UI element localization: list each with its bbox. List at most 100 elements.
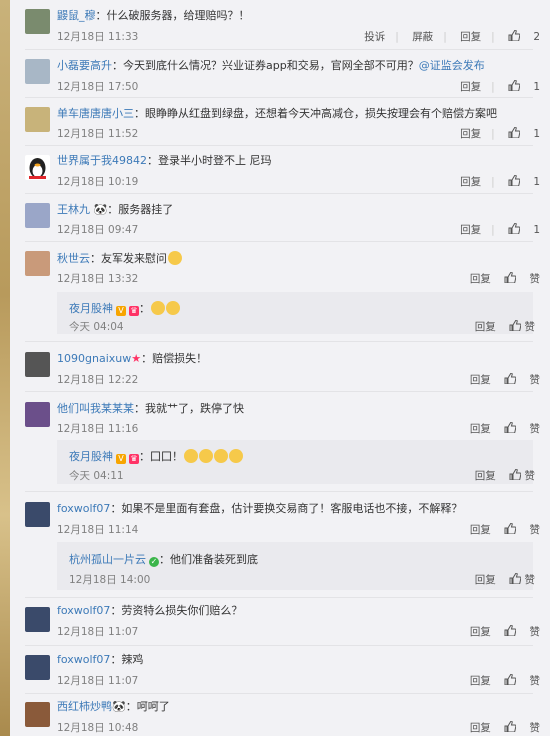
member-icon: ♛	[129, 306, 139, 316]
report-button[interactable]: 投诉	[364, 29, 385, 44]
username-link[interactable]: 秋世云	[57, 252, 90, 265]
avatar[interactable]	[25, 251, 50, 276]
reply-button[interactable]: 回复	[470, 624, 491, 639]
comment-line: foxwolf07：劳资特么损失你们赔么？	[57, 604, 242, 618]
comment-text: ：我就艹了，跌停了快	[134, 402, 244, 415]
thumbs-up-icon	[504, 625, 517, 636]
block-button[interactable]: 屏蔽	[412, 29, 433, 44]
like-button[interactable]: 赞	[509, 573, 535, 586]
comment-text: ：辣鸡	[110, 653, 144, 666]
penguin-icon	[29, 158, 46, 179]
avatar[interactable]	[25, 655, 50, 680]
comment-item: foxwolf07：如果不是里面有套盘，估计要换交易商了！客服电话也不接，不解释…	[10, 492, 550, 598]
username-link[interactable]: 世界属于我49842	[57, 154, 147, 167]
username-link[interactable]: 1090gnaixuw	[57, 352, 131, 365]
username-link[interactable]: foxwolf07	[57, 653, 110, 666]
reply-button[interactable]: 回复	[470, 673, 491, 688]
username-link[interactable]: 夜月股神	[69, 302, 113, 315]
comment-actions: 回复 | 1	[450, 79, 540, 94]
reply-button[interactable]: 回复	[460, 222, 481, 237]
username-link[interactable]: 王林九	[57, 203, 90, 216]
sub-reply: 夜月股神 V ♛： 今天 04:04 回复 赞	[57, 292, 535, 334]
like-button[interactable]: 赞	[504, 271, 540, 286]
like-button[interactable]: 赞	[504, 720, 540, 735]
verified-icon: V	[116, 306, 126, 316]
mention-link[interactable]: @证监会发布	[419, 59, 485, 72]
like-button[interactable]: 赞	[504, 673, 540, 688]
comment-time: 12月18日 11:07	[57, 675, 139, 687]
avatar[interactable]	[25, 607, 50, 632]
comment-item: foxwolf07：劳资特么损失你们赔么？ 12月18日 11:07 回复 赞	[10, 598, 550, 646]
comment-line: 世界属于我49842：登录半小时登不上 尼玛	[57, 154, 272, 168]
avatar[interactable]	[25, 107, 50, 132]
reply-button[interactable]: 回复	[470, 522, 491, 537]
like-button[interactable]: 赞	[509, 469, 535, 482]
laugh-emoji-icon	[168, 251, 182, 265]
thumbs-up-icon	[508, 175, 520, 186]
comment-actions: 回复 | 1	[450, 126, 540, 141]
thumbs-up-icon	[504, 373, 517, 384]
avatar[interactable]	[25, 203, 50, 228]
comment-actions: 回复 赞	[460, 720, 540, 735]
reply-text: ：	[139, 302, 150, 315]
reply-button[interactable]: 回复	[470, 271, 491, 286]
comment-item: 世界属于我49842：登录半小时登不上 尼玛 12月18日 10:19 回复 | …	[10, 146, 550, 194]
divider-bar: |	[395, 31, 399, 43]
username-link[interactable]: foxwolf07	[57, 502, 110, 515]
like-button[interactable]: 赞	[504, 522, 540, 537]
thumbs-up-icon	[504, 272, 517, 283]
username-link[interactable]: 西红柿炒鸭	[57, 700, 112, 713]
like-button[interactable]: 赞	[509, 320, 535, 333]
reply-button[interactable]: 回复	[475, 470, 496, 482]
reply-button[interactable]: 回复	[460, 126, 481, 141]
divider-bar: |	[491, 176, 495, 188]
like-button[interactable]: 1	[508, 223, 540, 236]
divider-bar: |	[491, 31, 495, 43]
username-link[interactable]: 杭州孤山一片云	[69, 553, 146, 566]
like-label: 赞	[529, 675, 541, 687]
like-button[interactable]: 1	[508, 175, 540, 188]
reply-button[interactable]: 回复	[475, 321, 496, 333]
username-link[interactable]: 他们叫我某某某	[57, 402, 134, 415]
avatar[interactable]	[25, 502, 50, 527]
comment-time: 12月18日 11:07	[57, 626, 139, 638]
reply-button[interactable]: 回复	[460, 79, 481, 94]
laugh-emoji-icon	[199, 449, 213, 463]
thumbs-up-icon	[508, 127, 520, 138]
avatar[interactable]	[25, 702, 50, 727]
like-button[interactable]: 2	[508, 30, 540, 43]
avatar[interactable]	[25, 59, 50, 84]
username-link[interactable]: 夜月股神	[69, 450, 113, 463]
reply-button[interactable]: 回复	[470, 372, 491, 387]
comment-item: 秋世云：友军发来慰问 12月18日 13:32 回复 赞 夜月股神 V ♛： 今天 …	[10, 242, 550, 342]
comment-time: 12月18日 12:22	[57, 374, 139, 386]
username-link[interactable]: 单车唐唐唐小三	[57, 107, 134, 120]
avatar[interactable]	[25, 9, 50, 34]
like-button[interactable]: 赞	[504, 421, 540, 436]
like-button[interactable]: 1	[508, 127, 540, 140]
thumbs-up-icon	[504, 721, 517, 732]
comment-actions: 回复 | 1	[450, 174, 540, 189]
comment-text: ：服务器挂了	[107, 203, 174, 216]
avatar[interactable]	[25, 352, 50, 377]
reply-button[interactable]: 回复	[460, 174, 481, 189]
reply-actions: 回复 赞	[475, 572, 535, 587]
reply-actions: 回复 赞	[475, 468, 535, 483]
reply-button[interactable]: 回复	[460, 29, 481, 44]
comment-actions: 回复 赞	[460, 673, 540, 688]
comment-time: 12月18日 11:14	[57, 524, 139, 536]
username-link[interactable]: 鼹鼠_穆	[57, 9, 96, 22]
like-button[interactable]: 赞	[504, 624, 540, 639]
reply-actions: 回复 赞	[475, 319, 535, 334]
avatar[interactable]	[25, 402, 50, 427]
comment-item: 小磊要高升：今天到底什么情况？兴业证券app和交易，官网全部不可用？@证监会发布…	[10, 50, 550, 98]
avatar[interactable]	[25, 155, 50, 180]
reply-button[interactable]: 回复	[470, 720, 491, 735]
reply-button[interactable]: 回复	[475, 574, 496, 586]
reply-button[interactable]: 回复	[470, 421, 491, 436]
like-button[interactable]: 赞	[504, 372, 540, 387]
like-button[interactable]: 1	[508, 80, 540, 93]
username-link[interactable]: 小磊要高升	[57, 59, 112, 72]
username-link[interactable]: foxwolf07	[57, 604, 110, 617]
comment-text: ：今天到底什么情况？兴业证券app和交易，官网全部不可用？	[112, 59, 419, 72]
